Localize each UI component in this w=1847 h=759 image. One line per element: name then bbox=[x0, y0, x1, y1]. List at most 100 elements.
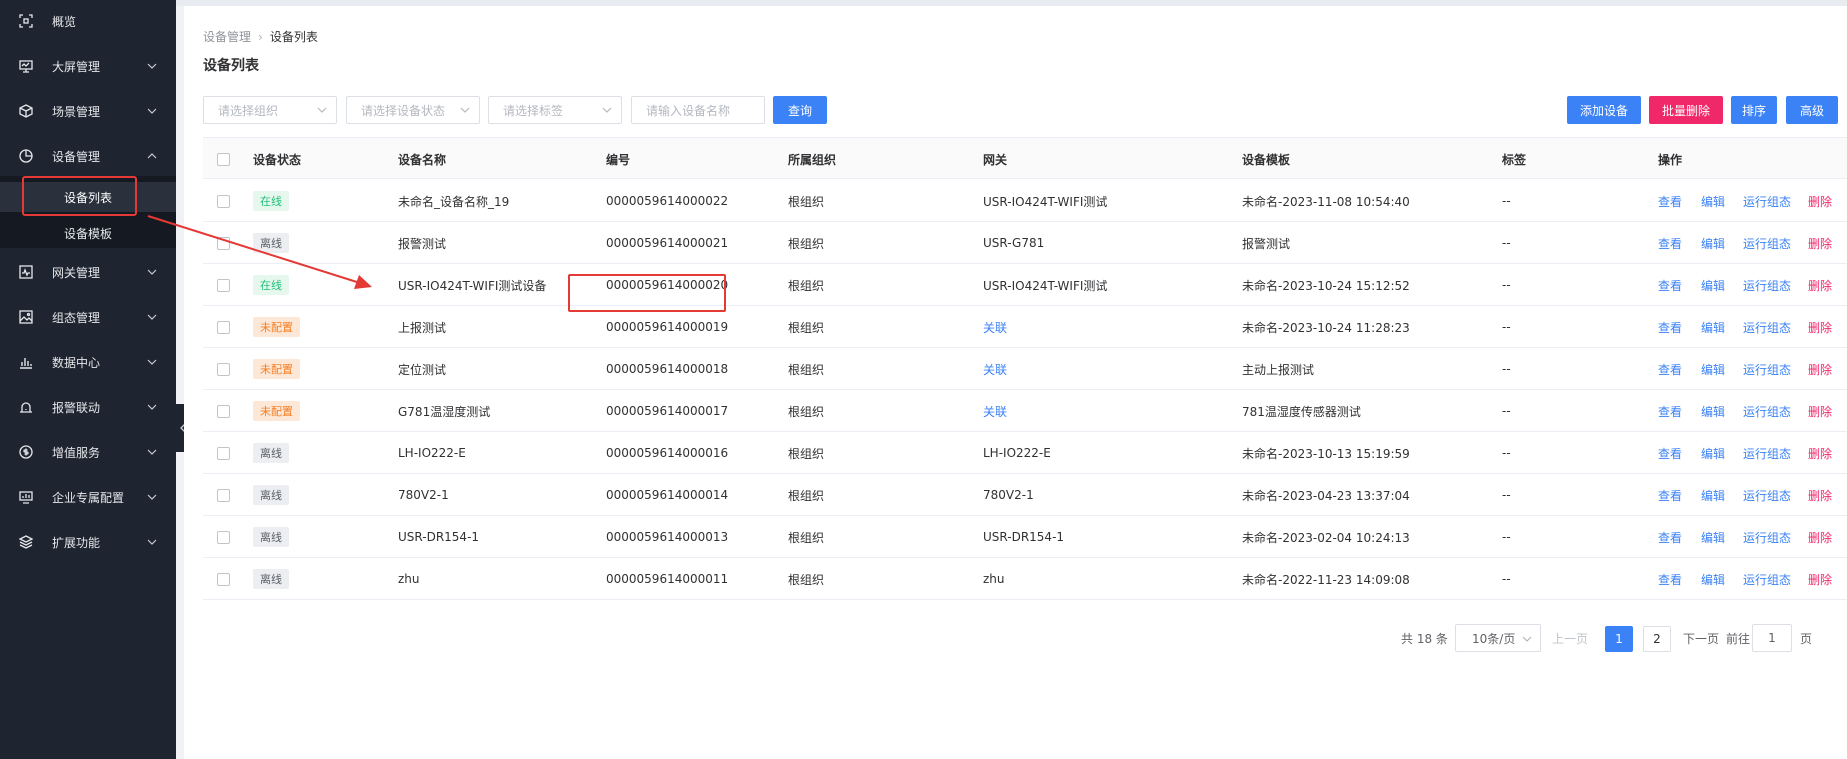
sidebar-item-data-center[interactable]: 数据中心 bbox=[0, 347, 176, 377]
row-checkbox[interactable] bbox=[217, 390, 230, 432]
row-checkbox[interactable] bbox=[217, 222, 230, 264]
run-configuration-link[interactable]: 运行组态 bbox=[1743, 306, 1791, 348]
run-configuration-link[interactable]: 运行组态 bbox=[1743, 348, 1791, 390]
row-checkbox[interactable] bbox=[217, 180, 230, 222]
query-button[interactable]: 查询 bbox=[773, 96, 827, 124]
delete-link[interactable]: 删除 bbox=[1808, 264, 1832, 306]
view-link[interactable]: 查看 bbox=[1658, 474, 1682, 516]
view-link[interactable]: 查看 bbox=[1658, 558, 1682, 600]
edit-link[interactable]: 编辑 bbox=[1701, 306, 1725, 348]
row-checkbox[interactable] bbox=[217, 264, 230, 306]
header-name: 设备名称 bbox=[398, 152, 447, 167]
status-select[interactable]: 请选择设备状态 bbox=[346, 96, 480, 124]
sidebar-item-gateway[interactable]: 网关管理 bbox=[0, 257, 176, 287]
gateway-link[interactable]: 关联 bbox=[983, 348, 1007, 390]
gateway-link[interactable]: 关联 bbox=[983, 390, 1007, 432]
device-template: 未命名-2022-11-23 14:09:08 bbox=[1242, 572, 1410, 587]
run-configuration-link[interactable]: 运行组态 bbox=[1743, 264, 1791, 306]
device-template: 未命名-2023-10-13 15:19:59 bbox=[1242, 446, 1410, 461]
sidebar-item-big-screen[interactable]: 大屏管理 bbox=[0, 51, 176, 81]
table-row: 在线 USR-IO424T-WIFI测试设备 0000059614000020 根组织… bbox=[203, 264, 1847, 306]
device-number: 0000059614000021 bbox=[606, 236, 729, 250]
run-configuration-link[interactable]: 运行组态 bbox=[1743, 390, 1791, 432]
delete-link[interactable]: 删除 bbox=[1808, 348, 1832, 390]
sort-button[interactable]: 排序 bbox=[1731, 96, 1777, 124]
sidebar: 概览 大屏管理 场景管理 设备管理 设备列表 设备模板 网关管理 组态管理 数据… bbox=[0, 0, 176, 759]
view-link[interactable]: 查看 bbox=[1658, 516, 1682, 558]
select-all-checkbox[interactable] bbox=[217, 138, 230, 180]
highlight-box bbox=[568, 274, 726, 312]
page-2-button[interactable]: 2 bbox=[1643, 626, 1671, 652]
sidebar-item-scene[interactable]: 场景管理 bbox=[0, 96, 176, 126]
view-link[interactable]: 查看 bbox=[1658, 264, 1682, 306]
gateway-link[interactable]: 关联 bbox=[983, 306, 1007, 348]
row-checkbox[interactable] bbox=[217, 348, 230, 390]
device-gateway: USR-IO424T-WIFI测试 bbox=[983, 278, 1108, 293]
page-title: 设备列表 bbox=[203, 58, 259, 74]
chevron-down-icon bbox=[147, 269, 157, 275]
edit-link[interactable]: 编辑 bbox=[1701, 474, 1725, 516]
device-number: 0000059614000014 bbox=[606, 488, 729, 502]
edit-link[interactable]: 编辑 bbox=[1701, 222, 1725, 264]
run-configuration-link[interactable]: 运行组态 bbox=[1743, 558, 1791, 600]
view-link[interactable]: 查看 bbox=[1658, 222, 1682, 264]
device-name-input[interactable]: 请输入设备名称 bbox=[631, 96, 765, 124]
header-template: 设备模板 bbox=[1242, 152, 1291, 167]
delete-link[interactable]: 删除 bbox=[1808, 432, 1832, 474]
breadcrumb-parent[interactable]: 设备管理 bbox=[203, 28, 251, 45]
view-link[interactable]: 查看 bbox=[1658, 390, 1682, 432]
sidebar-item-configuration[interactable]: 组态管理 bbox=[0, 302, 176, 332]
row-checkbox[interactable] bbox=[217, 558, 230, 600]
run-configuration-link[interactable]: 运行组态 bbox=[1743, 222, 1791, 264]
run-configuration-link[interactable]: 运行组态 bbox=[1743, 432, 1791, 474]
row-checkbox[interactable] bbox=[217, 516, 230, 558]
edit-link[interactable]: 编辑 bbox=[1701, 558, 1725, 600]
tag-select[interactable]: 请选择标签 bbox=[488, 96, 622, 124]
delete-link[interactable]: 删除 bbox=[1808, 180, 1832, 222]
sidebar-subitem-device-template[interactable]: 设备模板 bbox=[0, 218, 176, 248]
row-checkbox[interactable] bbox=[217, 474, 230, 516]
device-template: 未命名-2023-02-04 10:24:13 bbox=[1242, 530, 1410, 545]
run-configuration-link[interactable]: 运行组态 bbox=[1743, 516, 1791, 558]
edit-link[interactable]: 编辑 bbox=[1701, 264, 1725, 306]
view-link[interactable]: 查看 bbox=[1658, 348, 1682, 390]
delete-link[interactable]: 删除 bbox=[1808, 474, 1832, 516]
sidebar-item-label: 增值服务 bbox=[52, 445, 101, 460]
delete-link[interactable]: 删除 bbox=[1808, 390, 1832, 432]
add-device-button[interactable]: 添加设备 bbox=[1567, 96, 1641, 124]
view-link[interactable]: 查看 bbox=[1658, 432, 1682, 474]
sidebar-item-alarm[interactable]: 报警联动 bbox=[0, 392, 176, 422]
advanced-button[interactable]: 高级 bbox=[1786, 96, 1838, 124]
sidebar-item-extensions[interactable]: 扩展功能 bbox=[0, 527, 176, 557]
device-gateway: 780V2-1 bbox=[983, 488, 1034, 502]
sidebar-item-value-added[interactable]: 增值服务 bbox=[0, 437, 176, 467]
next-page-button[interactable]: 下一页 bbox=[1683, 624, 1719, 652]
prev-page-button[interactable]: 上一页 bbox=[1552, 624, 1588, 652]
delete-link[interactable]: 删除 bbox=[1808, 516, 1832, 558]
edit-link[interactable]: 编辑 bbox=[1701, 348, 1725, 390]
delete-link[interactable]: 删除 bbox=[1808, 222, 1832, 264]
row-checkbox[interactable] bbox=[217, 306, 230, 348]
delete-link[interactable]: 删除 bbox=[1808, 306, 1832, 348]
edit-link[interactable]: 编辑 bbox=[1701, 432, 1725, 474]
batch-delete-button[interactable]: 批量删除 bbox=[1649, 96, 1723, 124]
sidebar-item-label: 网关管理 bbox=[52, 265, 101, 280]
view-link[interactable]: 查看 bbox=[1658, 180, 1682, 222]
device-name: USR-IO424T-WIFI测试设备 bbox=[398, 278, 547, 293]
sidebar-item-overview[interactable]: 概览 bbox=[0, 6, 176, 36]
edit-link[interactable]: 编辑 bbox=[1701, 516, 1725, 558]
page-size-select[interactable]: 10条/页 bbox=[1455, 624, 1541, 652]
run-configuration-link[interactable]: 运行组态 bbox=[1743, 474, 1791, 516]
row-checkbox[interactable] bbox=[217, 432, 230, 474]
delete-link[interactable]: 删除 bbox=[1808, 558, 1832, 600]
view-link[interactable]: 查看 bbox=[1658, 306, 1682, 348]
sidebar-item-device-management[interactable]: 设备管理 bbox=[0, 141, 176, 171]
edit-link[interactable]: 编辑 bbox=[1701, 390, 1725, 432]
edit-link[interactable]: 编辑 bbox=[1701, 180, 1725, 222]
main-content: 设备管理 › 设备列表 设备列表 请选择组织 请选择设备状态 请选择标签 请输入… bbox=[184, 6, 1847, 759]
org-select[interactable]: 请选择组织 bbox=[203, 96, 337, 124]
sidebar-item-enterprise-config[interactable]: 企业专属配置 bbox=[0, 482, 176, 512]
page-1-button[interactable]: 1 bbox=[1605, 626, 1633, 652]
run-configuration-link[interactable]: 运行组态 bbox=[1743, 180, 1791, 222]
goto-page-input[interactable]: 1 bbox=[1752, 624, 1792, 652]
